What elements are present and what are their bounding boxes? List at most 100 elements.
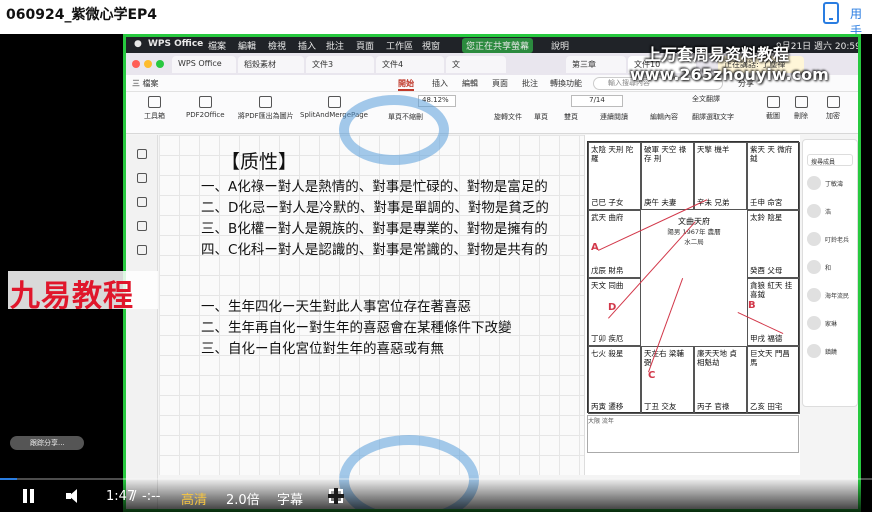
tab-doc4[interactable]: 文件4 <box>376 56 444 73</box>
watermark-title: 上万套周易资料教程 <box>645 45 790 64</box>
member-search-input[interactable]: 搜尋成員 <box>807 154 853 166</box>
full-translate-button[interactable]: 全文翻譯 <box>692 94 720 104</box>
volume-icon[interactable] <box>66 489 84 503</box>
blue-scribble <box>339 95 449 165</box>
tab-doc3[interactable]: 文件3 <box>306 56 374 73</box>
close-window-button[interactable] <box>132 60 140 68</box>
tab-materials[interactable]: 稻殼素材 <box>238 56 304 73</box>
palace-name: 己巳 子女 <box>591 197 624 207</box>
delete-label: 刪除 <box>794 112 808 120</box>
translate-label: 翻譯選取文字 <box>692 113 734 121</box>
palace-stars: 太陰 天刑 陀羅 <box>591 145 634 164</box>
menu-row-file[interactable]: 三 檔案 <box>132 78 159 89</box>
subtitle-button[interactable]: 字幕 <box>277 489 303 508</box>
chart-center-note: 水二局 <box>684 237 704 246</box>
palace-stars: 紫天 天 微府 鉞 <box>750 145 793 164</box>
palace-name: 庚午 夫妻 <box>644 197 677 207</box>
player-controls: 1:47 / -:-- 高清 2.0倍 字幕 <box>0 478 872 512</box>
double-page-button[interactable]: 雙頁 <box>564 112 578 122</box>
member-item[interactable]: 浩 <box>807 202 857 224</box>
minimize-window-button[interactable] <box>144 60 152 68</box>
encrypt-label: 加密 <box>826 112 840 120</box>
thumbnail-icon[interactable] <box>137 173 147 183</box>
member-item[interactable]: 和 <box>807 258 857 280</box>
maximize-window-button[interactable] <box>156 60 164 68</box>
document-page: 【质性】 一、A化祿ー對人是熱情的、對事是忙碌的、對物是富足的 二、D化忌ー對人… <box>159 95 589 509</box>
continuous-button[interactable]: 連續閱讀 <box>600 112 628 122</box>
pause-icon[interactable] <box>22 489 36 503</box>
single-page-button[interactable]: 單頁 <box>534 112 548 122</box>
member-item[interactable]: 鎮饒 <box>807 342 857 364</box>
export-image-button[interactable]: 將PDF匯出為圖片 <box>238 96 294 121</box>
palace-stars: 天文 同曲 <box>591 281 624 290</box>
menu-insert: 插入 <box>298 42 317 52</box>
menu-row-page[interactable]: 頁面 <box>492 78 508 89</box>
app-name: WPS Office <box>148 39 204 49</box>
translate-button[interactable]: 翻譯選取文字 <box>692 112 734 122</box>
tab-wps-home[interactable]: WPS Office <box>172 56 236 73</box>
member-name: 浩 <box>825 209 832 216</box>
palace-name: 癸酉 父母 <box>750 265 783 275</box>
layers-icon[interactable] <box>137 245 147 255</box>
video-player[interactable]: ● WPS Office 檔案 編輯 檢視 插入 批注 頁面 工作區 視窗 您正… <box>0 34 872 512</box>
avatar <box>807 316 821 330</box>
delete-button[interactable]: 刪除 <box>794 96 808 121</box>
palace-cell: 太鈴 陰星癸酉 父母 <box>747 210 800 278</box>
menu-row-home[interactable]: 開始 <box>398 78 414 91</box>
avatar <box>807 344 821 358</box>
screenshot-button[interactable]: 截圖 <box>766 96 780 121</box>
time-separator: / <box>132 489 137 504</box>
encrypt-button[interactable]: 加密 <box>826 96 840 121</box>
palace-name: 丁卯 疾厄 <box>591 333 624 343</box>
doc-line: 二、D化忌ー對人是冷默的、對事是單調的、對物是貧乏的 <box>201 200 549 216</box>
edit-content-button[interactable]: 編輯內容 <box>650 112 678 122</box>
page-input[interactable]: 7/14 <box>571 95 623 107</box>
page-header: 060924_紫微心学EP4 用手 <box>0 0 872 38</box>
toolbox-button[interactable]: 工具箱 <box>144 96 165 121</box>
bookmark-icon[interactable] <box>137 149 147 159</box>
chart-footer-table: 大限 流年 <box>587 415 799 453</box>
menu-help: 說明 <box>551 42 570 52</box>
palace-cell: 七火 殺星 丙寅 遷移 <box>588 346 641 414</box>
page-title: 060924_紫微心学EP4 <box>6 7 158 23</box>
follow-share-label: 跟踪分享... <box>30 439 65 447</box>
follow-share-pill[interactable]: 跟踪分享... <box>10 436 84 450</box>
palace-cell: 貪狼 紅天 挂 喜鉞 甲戌 福德 <box>747 278 800 346</box>
menu-row-comment[interactable]: 批注 <box>522 78 538 89</box>
menu-row-convert[interactable]: 轉換功能 <box>550 78 582 89</box>
export-image-label: 將PDF匯出為圖片 <box>238 112 294 120</box>
tab-doc[interactable]: 文 <box>446 56 506 73</box>
tab-chapter3[interactable]: 第三章 <box>566 56 626 73</box>
member-item[interactable]: 海年流民 <box>807 286 857 308</box>
progress-bar[interactable] <box>0 478 872 480</box>
chart-grid: 太陰 天刑 陀羅 己巳 子女 破軍 天空 祿存 刑庚午 夫妻 天擎 機羊 辛未 兄弟… <box>587 141 800 414</box>
doc-line: 三、B化權ー對人是親族的、對事是專業的、對物是擁有的 <box>201 221 548 237</box>
speed-button[interactable]: 2.0倍 <box>226 489 260 508</box>
doc-line: 二、生年再自化ー對生年的喜惡會在某種條件下改變 <box>201 320 512 336</box>
fullscreen-icon[interactable] <box>328 488 344 504</box>
member-item[interactable]: 叮鈴老兵 <box>807 230 857 252</box>
rotate-button[interactable]: 旋轉文件 <box>494 112 522 122</box>
phone-icon[interactable] <box>823 2 839 24</box>
palace-name: 丙子 官祿 <box>697 401 730 411</box>
member-item[interactable]: 家琳 <box>807 314 857 336</box>
member-item[interactable]: 丁敏濤 <box>807 174 857 196</box>
toolbox-icon <box>148 96 161 108</box>
menu-view: 檢視 <box>268 42 287 52</box>
pdf-icon <box>198 96 212 108</box>
menu-row-edit[interactable]: 編輯 <box>462 78 478 89</box>
palace-name: 戊辰 財帛 <box>591 265 624 275</box>
total-time: -:-- <box>142 489 161 504</box>
pdf2office-label: PDF2Office <box>186 111 225 119</box>
menu-row-insert[interactable]: 插入 <box>432 78 448 89</box>
palace-stars: 七火 殺星 <box>591 349 624 358</box>
sihua-letter-b: B <box>748 300 756 311</box>
quality-button[interactable]: 高清 <box>181 489 207 508</box>
comment-icon[interactable] <box>137 197 147 207</box>
palace-stars: 太鈴 陰星 <box>750 213 783 222</box>
menu-page: 頁面 <box>356 42 375 52</box>
member-name: 和 <box>825 265 832 272</box>
attachment-icon[interactable] <box>137 221 147 231</box>
avatar <box>807 260 821 274</box>
pdf2office-button[interactable]: PDF2Office <box>186 96 225 119</box>
